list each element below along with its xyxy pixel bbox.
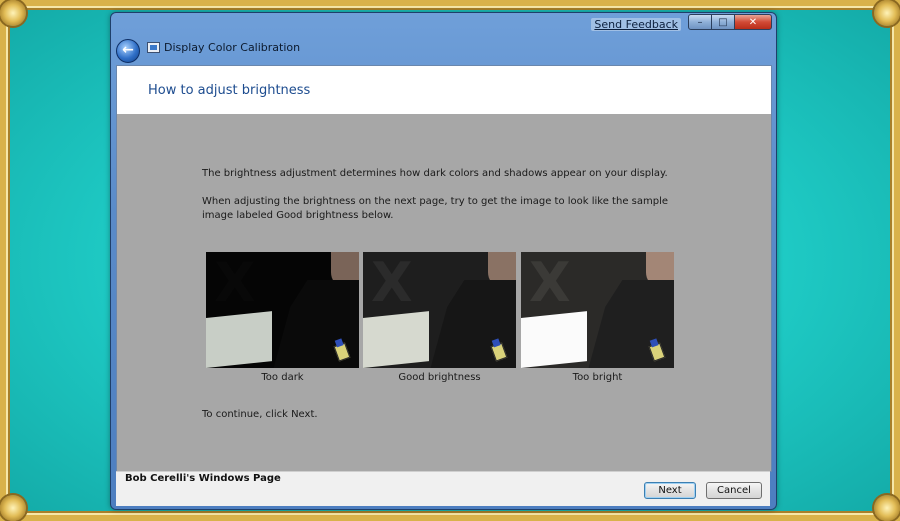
instruction-paragraph: When adjusting the brightness on the nex… bbox=[202, 196, 669, 221]
frame-corner-ornament bbox=[874, 0, 900, 26]
maximize-icon: □ bbox=[718, 17, 728, 28]
maximize-button[interactable]: □ bbox=[711, 14, 735, 30]
caption-too-dark: Too dark bbox=[261, 372, 304, 383]
header-band: How to adjust brightness bbox=[117, 66, 771, 114]
sample-x-mark: X bbox=[371, 252, 413, 314]
display-calibration-icon bbox=[147, 42, 160, 53]
back-arrow-icon: ← bbox=[122, 42, 134, 58]
sample-x-mark: X bbox=[529, 252, 571, 314]
frame-corner-ornament bbox=[0, 0, 26, 26]
continue-instruction: To continue, click Next. bbox=[202, 409, 318, 420]
cancel-button[interactable]: Cancel bbox=[706, 482, 762, 499]
wizard-footer: Bob Cerelli's Windows Page Next Cancel bbox=[116, 471, 770, 506]
caption-good-brightness: Good brightness bbox=[398, 372, 481, 383]
caption-too-bright: Too bright bbox=[572, 372, 623, 383]
minimize-button[interactable]: – bbox=[688, 14, 712, 30]
sample-card bbox=[206, 311, 272, 368]
description-paragraph: The brightness adjustment determines how… bbox=[202, 168, 668, 179]
window-title: Display Color Calibration bbox=[164, 41, 301, 54]
close-icon: ✕ bbox=[748, 17, 758, 28]
back-button[interactable]: ← bbox=[116, 39, 140, 63]
navigation-bar: ← Display Color Calibration bbox=[111, 37, 776, 65]
sample-card bbox=[363, 311, 429, 368]
page-title: How to adjust brightness bbox=[148, 83, 311, 98]
close-button[interactable]: ✕ bbox=[734, 14, 772, 30]
frame-corner-ornament bbox=[0, 495, 26, 521]
sample-image-too-bright: X bbox=[521, 252, 674, 368]
minimize-icon: – bbox=[697, 17, 703, 28]
next-button[interactable]: Next bbox=[644, 482, 696, 499]
sample-card bbox=[521, 311, 587, 368]
sample-image-good-brightness: X bbox=[363, 252, 516, 368]
sample-image-too-dark: X bbox=[206, 252, 359, 368]
watermark-label: Bob Cerelli's Windows Page bbox=[125, 473, 281, 484]
sample-x-mark: X bbox=[214, 252, 256, 314]
calibration-window: Send Feedback – □ ✕ ← Display Color Cali… bbox=[110, 12, 777, 510]
wizard-content: How to adjust brightness The brightness … bbox=[116, 65, 772, 472]
frame-corner-ornament bbox=[874, 495, 900, 521]
send-feedback-link[interactable]: Send Feedback bbox=[591, 18, 681, 31]
